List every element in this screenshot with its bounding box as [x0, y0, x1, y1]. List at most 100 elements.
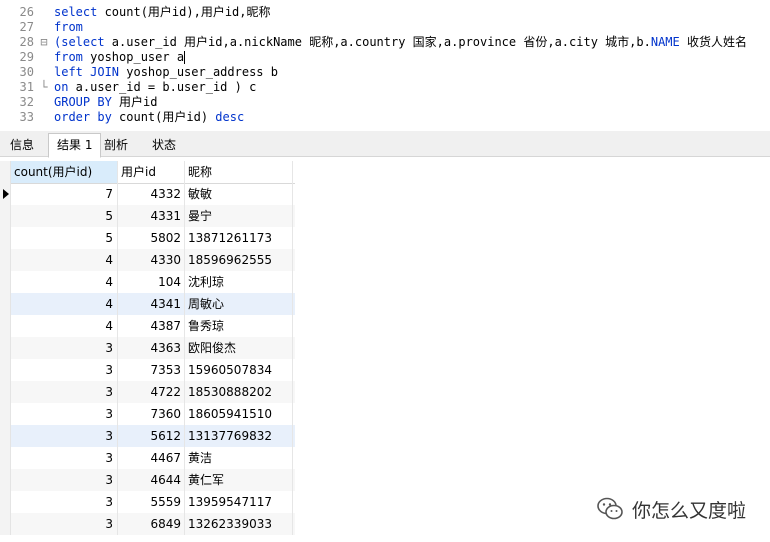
- cell-nickname[interactable]: 周敏心: [185, 293, 293, 315]
- code-line[interactable]: 28 ⊟ (select a.user_id 用户id,a.nickName 昵称,…: [0, 35, 770, 50]
- cell-nickname[interactable]: 13959547117: [185, 491, 293, 513]
- cell-count[interactable]: 4: [11, 271, 118, 293]
- cell-nickname[interactable]: 13137769832: [185, 425, 293, 447]
- cell-count[interactable]: 4: [11, 249, 118, 271]
- table-row[interactable]: 7 4332 敏敏: [0, 183, 295, 205]
- table-row[interactable]: 5 5802 13871261173: [0, 227, 295, 249]
- cell-count[interactable]: 5: [11, 227, 118, 249]
- tab-profile[interactable]: 剖析: [96, 134, 136, 157]
- row-indicator[interactable]: [0, 359, 11, 381]
- code-line[interactable]: 30 left JOIN yoshop_user_address b: [0, 65, 770, 80]
- tab-info[interactable]: 信息: [2, 134, 42, 157]
- row-indicator[interactable]: [0, 293, 11, 315]
- row-indicator[interactable]: [0, 425, 11, 447]
- cell-count[interactable]: 3: [11, 447, 118, 469]
- table-row[interactable]: 5 4331 曼宁: [0, 205, 295, 227]
- table-row[interactable]: 4 4330 18596962555: [0, 249, 295, 271]
- cell-count[interactable]: 4: [11, 315, 118, 337]
- row-indicator[interactable]: [0, 205, 11, 227]
- cell-count[interactable]: 4: [11, 293, 118, 315]
- code-line[interactable]: 32 GROUP BY 用户id: [0, 95, 770, 110]
- cell-nickname[interactable]: 18596962555: [185, 249, 293, 271]
- cell-count[interactable]: 3: [11, 403, 118, 425]
- code-line[interactable]: 26 select count(用户id),用户id,昵称: [0, 5, 770, 20]
- cell-count[interactable]: 5: [11, 205, 118, 227]
- cell-user-id[interactable]: 4331: [118, 205, 185, 227]
- cell-nickname[interactable]: 鲁秀琼: [185, 315, 293, 337]
- table-row[interactable]: 3 4644 黄仁军: [0, 469, 295, 491]
- table-row[interactable]: 3 7360 18605941510: [0, 403, 295, 425]
- cell-count[interactable]: 3: [11, 359, 118, 381]
- code-line[interactable]: 27 from: [0, 20, 770, 35]
- cell-user-id[interactable]: 7353: [118, 359, 185, 381]
- table-row[interactable]: 3 4363 欧阳俊杰: [0, 337, 295, 359]
- cell-user-id[interactable]: 4330: [118, 249, 185, 271]
- cell-user-id[interactable]: 104: [118, 271, 185, 293]
- cell-nickname[interactable]: 敏敏: [185, 183, 293, 205]
- cell-nickname[interactable]: 18530888202: [185, 381, 293, 403]
- cell-nickname[interactable]: 黄仁军: [185, 469, 293, 491]
- row-indicator[interactable]: [0, 513, 11, 535]
- table-row[interactable]: 4 4387 鲁秀琼: [0, 315, 295, 337]
- code-line[interactable]: 33 order by count(用户id) desc: [0, 110, 770, 125]
- row-indicator[interactable]: [0, 447, 11, 469]
- cell-count[interactable]: 3: [11, 491, 118, 513]
- cell-count[interactable]: 3: [11, 337, 118, 359]
- cell-count[interactable]: 3: [11, 513, 118, 535]
- row-indicator[interactable]: [0, 337, 11, 359]
- cell-count[interactable]: 3: [11, 469, 118, 491]
- result-grid[interactable]: count(用户id) 用户id 昵称 7 4332 敏敏 5 4331 曼宁 5 5802 1…: [0, 161, 295, 542]
- table-row[interactable]: 3 4467 黄洁: [0, 447, 295, 469]
- row-indicator[interactable]: [0, 249, 11, 271]
- cell-nickname[interactable]: 黄洁: [185, 447, 293, 469]
- cell-user-id[interactable]: 7360: [118, 403, 185, 425]
- cell-user-id[interactable]: 4467: [118, 447, 185, 469]
- cell-user-id[interactable]: 4644: [118, 469, 185, 491]
- code-line[interactable]: 31 └ on a.user_id = b.user_id ) c: [0, 80, 770, 95]
- fold-marker[interactable]: ⊟: [38, 35, 50, 50]
- cell-nickname[interactable]: 曼宁: [185, 205, 293, 227]
- cell-nickname[interactable]: 沈利琼: [185, 271, 293, 293]
- cell-nickname[interactable]: 18605941510: [185, 403, 293, 425]
- cell-nickname[interactable]: 13871261173: [185, 227, 293, 249]
- cell-user-id[interactable]: 5612: [118, 425, 185, 447]
- table-row[interactable]: 3 5612 13137769832: [0, 425, 295, 447]
- cell-user-id[interactable]: 4341: [118, 293, 185, 315]
- table-row[interactable]: 4 4341 周敏心: [0, 293, 295, 315]
- fold-marker[interactable]: └: [38, 80, 50, 95]
- table-row[interactable]: 3 5559 13959547117: [0, 491, 295, 513]
- cell-nickname[interactable]: 欧阳俊杰: [185, 337, 293, 359]
- table-row[interactable]: 3 6849 13262339033: [0, 513, 295, 535]
- cell-user-id[interactable]: 4332: [118, 183, 185, 205]
- cell-count[interactable]: 3: [11, 381, 118, 403]
- row-indicator[interactable]: [0, 491, 11, 513]
- sql-editor[interactable]: 26 select count(用户id),用户id,昵称 27 from 28 ⊟ (se…: [0, 0, 770, 131]
- code-line[interactable]: 29 from yoshop_user a: [0, 50, 770, 65]
- table-row[interactable]: 3 7353 15960507834: [0, 359, 295, 381]
- row-indicator[interactable]: [0, 315, 11, 337]
- tab-status[interactable]: 状态: [144, 134, 184, 157]
- column-header-count[interactable]: count(用户id): [11, 161, 118, 183]
- row-indicator[interactable]: [0, 469, 11, 491]
- table-row[interactable]: 3 4722 18530888202: [0, 381, 295, 403]
- code-text: left JOIN yoshop_user_address b: [54, 65, 278, 80]
- cell-user-id[interactable]: 4722: [118, 381, 185, 403]
- column-header-nickname[interactable]: 昵称: [185, 161, 293, 183]
- cell-user-id[interactable]: 6849: [118, 513, 185, 535]
- row-indicator[interactable]: [0, 271, 11, 293]
- cell-nickname[interactable]: 15960507834: [185, 359, 293, 381]
- cell-user-id[interactable]: 5559: [118, 491, 185, 513]
- tab-result-1[interactable]: 结果 1: [48, 133, 102, 158]
- cell-user-id[interactable]: 4387: [118, 315, 185, 337]
- row-indicator[interactable]: [0, 381, 11, 403]
- row-indicator[interactable]: [0, 227, 11, 249]
- column-header-user-id[interactable]: 用户id: [118, 161, 185, 183]
- cell-count[interactable]: 3: [11, 425, 118, 447]
- row-indicator[interactable]: [0, 403, 11, 425]
- row-indicator[interactable]: [0, 183, 11, 205]
- cell-nickname[interactable]: 13262339033: [185, 513, 293, 535]
- cell-count[interactable]: 7: [11, 183, 118, 205]
- table-row[interactable]: 4 104 沈利琼: [0, 271, 295, 293]
- cell-user-id[interactable]: 4363: [118, 337, 185, 359]
- cell-user-id[interactable]: 5802: [118, 227, 185, 249]
